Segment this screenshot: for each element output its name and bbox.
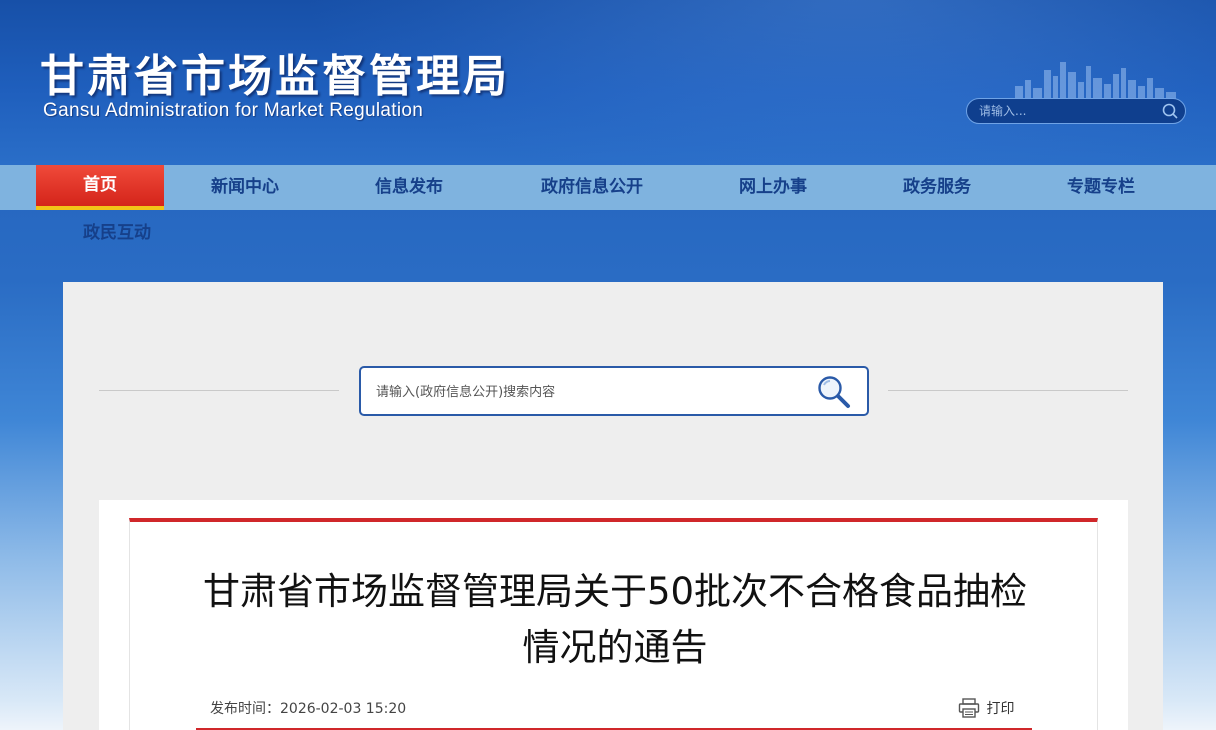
divider-left xyxy=(99,390,339,391)
magnifier-icon[interactable] xyxy=(815,373,853,411)
divider-right xyxy=(888,390,1128,391)
gov-info-search-box xyxy=(359,366,869,416)
search-icon[interactable] xyxy=(1161,102,1179,120)
article-title: 甘肃省市场监督管理局关于50批次不合格食品抽检情况的通告 xyxy=(202,570,1028,669)
content-panel: 甘肃省市场监督管理局关于50批次不合格食品抽检情况的通告 发布时间：2026-0… xyxy=(63,282,1163,730)
nav-item-home[interactable]: 首页 xyxy=(36,165,164,210)
nav-item-topics[interactable]: 专题专栏 xyxy=(1044,165,1158,210)
nav-item-info-release[interactable]: 信息发布 xyxy=(352,165,466,210)
print-button[interactable]: 打印 xyxy=(958,698,1014,720)
nav-item-online-services[interactable]: 网上办事 xyxy=(716,165,830,210)
print-label: 打印 xyxy=(986,701,1015,717)
header-search-input[interactable] xyxy=(979,102,1159,120)
article-container: 甘肃省市场监督管理局关于50批次不合格食品抽检情况的通告 发布时间：2026-0… xyxy=(99,500,1128,730)
printer-icon xyxy=(958,698,980,718)
main-nav: 首页 新闻中心 信息发布 政府信息公开 网上办事 政务服务 专题专栏 xyxy=(0,165,1216,210)
header-search-box xyxy=(966,98,1186,124)
site-header: 甘肃省市场监督管理局 Gansu Administration for Mark… xyxy=(0,0,1216,165)
gov-info-search-input[interactable] xyxy=(376,382,796,402)
publish-time: 发布时间：2026-02-03 15:20 xyxy=(210,701,407,717)
nav-item-gov-info[interactable]: 政府信息公开 xyxy=(520,165,664,210)
city-skyline-graphic xyxy=(1015,62,1176,103)
nav-item-news[interactable]: 新闻中心 xyxy=(188,165,302,210)
site-logo-subtitle[interactable]: Gansu Administration for Market Regulati… xyxy=(43,100,423,122)
nav-item-interaction[interactable]: 政民互动 xyxy=(60,210,174,256)
nav-item-gov-services[interactable]: 政务服务 xyxy=(880,165,994,210)
article-card: 甘肃省市场监督管理局关于50批次不合格食品抽检情况的通告 发布时间：2026-0… xyxy=(129,518,1098,730)
site-logo-title[interactable]: 甘肃省市场监督管理局 xyxy=(40,40,510,104)
